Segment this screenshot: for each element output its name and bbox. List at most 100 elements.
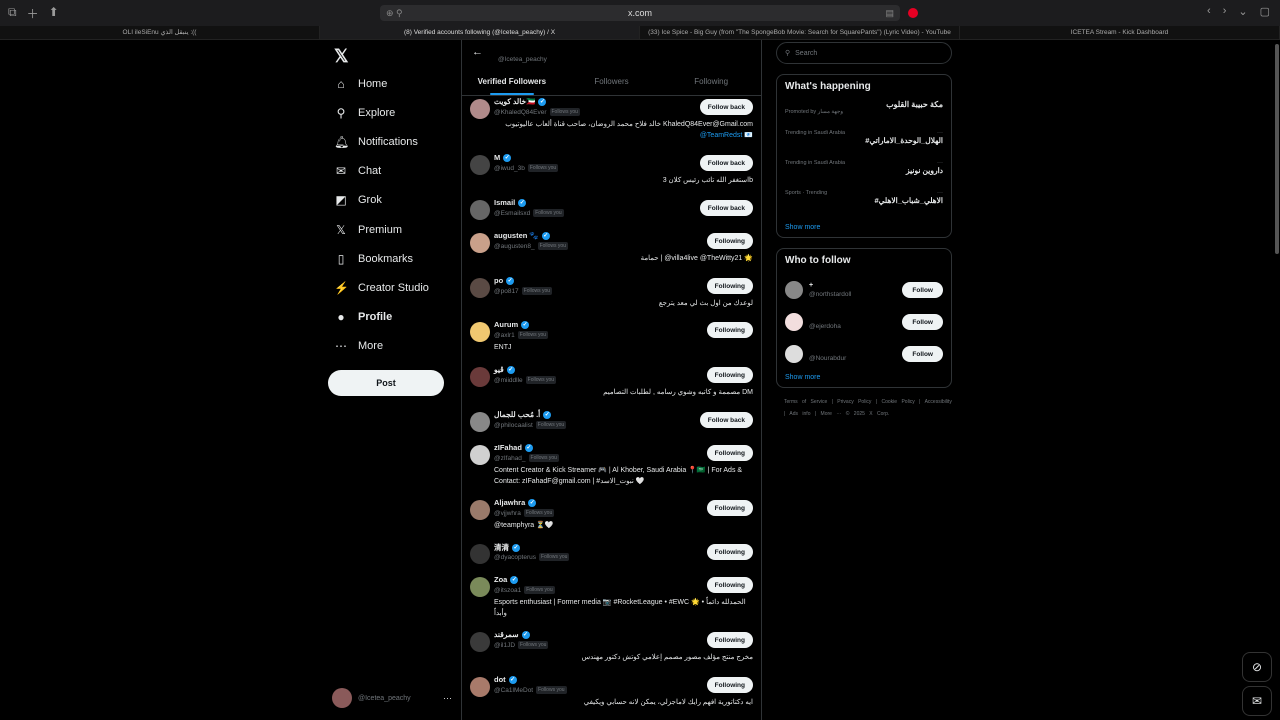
- follow-button[interactable]: Follow: [902, 346, 943, 362]
- avatar[interactable]: [470, 677, 490, 697]
- sidebar-item-chat[interactable]: ✉ Chat: [334, 160, 381, 182]
- user-name[interactable]: 清清 ✓: [494, 542, 520, 553]
- user-name[interactable]: Aurum ✓: [494, 320, 530, 329]
- sidebar-item-creator-studio[interactable]: ⚡ Creator Studio: [334, 277, 429, 299]
- user-name[interactable]: أ. مُحب للجمال ✓: [494, 410, 552, 419]
- download-icon[interactable]: ⌄: [1238, 5, 1247, 18]
- user-name[interactable]: سمرقند ✓: [494, 630, 530, 639]
- follow-back-button[interactable]: Follow back: [699, 99, 753, 115]
- bio-link[interactable]: @TeamRedst 📧: [700, 132, 753, 139]
- new-tab-icon[interactable]: ＋: [27, 5, 39, 22]
- reader-icon[interactable]: ▤: [885, 8, 894, 19]
- tab-4[interactable]: ICETEA Stream - Kick Dashboard: [960, 26, 1280, 39]
- following-button[interactable]: Following: [706, 233, 753, 249]
- following-button[interactable]: Following: [706, 544, 753, 560]
- suggested-user[interactable]: @Nourabdur Follow: [785, 338, 943, 370]
- sidebar-item-bookmarks[interactable]: ▯ Bookmarks: [334, 248, 413, 270]
- more-icon[interactable]: ···: [937, 130, 943, 136]
- show-more-link[interactable]: Show more: [785, 224, 943, 231]
- grok-icon[interactable]: ⊘: [1242, 652, 1272, 682]
- avatar[interactable]: [470, 445, 490, 465]
- user-name[interactable]: augusten 🐾 ✓: [494, 231, 550, 240]
- avatar[interactable]: [470, 155, 490, 175]
- verified-badge-icon: ✓: [508, 675, 517, 684]
- more-icon[interactable]: ···: [937, 160, 943, 166]
- follows-you-badge: Follows you: [525, 376, 557, 384]
- user-name[interactable]: خالد كويت🇰🇼 ✓: [494, 97, 547, 106]
- follows-you-badge: Follows you: [523, 509, 555, 517]
- following-button[interactable]: Following: [706, 367, 753, 383]
- following-button[interactable]: Following: [706, 500, 753, 516]
- tab-2[interactable]: (8) Verified accounts following (@Icetea…: [320, 26, 640, 39]
- avatar[interactable]: [470, 367, 490, 387]
- sidebar-item-grok[interactable]: ◩ Grok: [334, 189, 382, 211]
- avatar[interactable]: [470, 99, 490, 119]
- follow-button[interactable]: Follow: [902, 314, 943, 330]
- sidebar-item-notifications[interactable]: 🔔︎ Notifications: [334, 131, 418, 153]
- footer-links[interactable]: Terms of Service | Privacy Policy | Cook…: [776, 396, 952, 420]
- following-button[interactable]: Following: [706, 278, 753, 294]
- messages-icon[interactable]: ✉: [1242, 686, 1272, 716]
- tab-3[interactable]: (33) Ice Spice - Big Guy (from "The Spon…: [640, 26, 960, 39]
- sidebar-toggle-icon[interactable]: ⧉: [8, 5, 17, 22]
- more-icon[interactable]: ···: [937, 190, 943, 196]
- trend-item[interactable]: Trending in Saudi Arabia ··· داروين نونيز: [785, 160, 943, 190]
- following-button[interactable]: Following: [706, 322, 753, 338]
- avatar[interactable]: [470, 500, 490, 520]
- following-button[interactable]: Following: [706, 445, 753, 461]
- avatar[interactable]: [470, 577, 490, 597]
- tab-1[interactable]: OLI ileSiEnu ينبقل الذي :((: [0, 26, 320, 39]
- user-name[interactable]: ڤيو ✓: [494, 365, 515, 374]
- sidebar-item-more[interactable]: ⋯ More: [334, 335, 383, 357]
- avatar[interactable]: [785, 281, 803, 299]
- tab-verified-followers[interactable]: Verified Followers: [462, 69, 562, 95]
- scrollbar[interactable]: [1274, 40, 1280, 720]
- avatar[interactable]: [785, 313, 803, 331]
- user-name[interactable]: dot ✓: [494, 675, 517, 684]
- tabs-overview-icon[interactable]: ▢: [1260, 5, 1270, 18]
- avatar[interactable]: [470, 544, 490, 564]
- trend-item[interactable]: Sports · Trending ··· #الاهلي_شباب_الاهلي: [785, 190, 943, 220]
- show-more-link[interactable]: Show more: [785, 374, 943, 381]
- user-name[interactable]: M ✓: [494, 153, 512, 162]
- sidebar-item-premium[interactable]: 𝕏 Premium: [334, 219, 402, 241]
- promoted-trend[interactable]: مكة حبيبة القلوب Promoted by وجهة مسار: [785, 100, 943, 130]
- user-name[interactable]: Zoa ✓: [494, 575, 519, 584]
- avatar[interactable]: [470, 233, 490, 253]
- suggested-user[interactable]: @ejerdoha Follow: [785, 306, 943, 338]
- follow-back-button[interactable]: Follow back: [699, 200, 753, 216]
- pinterest-icon[interactable]: [908, 8, 918, 18]
- sidebar-item-home[interactable]: ⌂ Home: [334, 73, 387, 95]
- avatar[interactable]: [785, 345, 803, 363]
- share-icon[interactable]: ⬆: [49, 5, 59, 22]
- user-name[interactable]: po ✓: [494, 276, 515, 285]
- account-switcher[interactable]: @Icetea_peachy ···: [332, 688, 452, 708]
- avatar[interactable]: [470, 322, 490, 342]
- back-arrow-icon[interactable]: ←: [472, 46, 483, 58]
- address-bar[interactable]: ⊕ ⚲ x.com ▤: [380, 5, 900, 21]
- following-button[interactable]: Following: [706, 577, 753, 593]
- follow-back-button[interactable]: Follow back: [699, 412, 753, 428]
- avatar[interactable]: [470, 278, 490, 298]
- suggested-user[interactable]: + @northstardoll Follow: [785, 274, 943, 306]
- user-name[interactable]: Ismail ✓: [494, 198, 527, 207]
- forward-nav-icon[interactable]: ›: [1223, 5, 1227, 18]
- avatar[interactable]: [470, 412, 490, 432]
- following-button[interactable]: Following: [706, 677, 753, 693]
- search-input[interactable]: ⚲ Search: [776, 42, 952, 64]
- user-name[interactable]: Aljawhra ✓: [494, 498, 537, 507]
- follow-button[interactable]: Follow: [902, 282, 943, 298]
- post-button[interactable]: Post: [328, 370, 444, 396]
- avatar[interactable]: [470, 632, 490, 652]
- trend-item[interactable]: Trending in Saudi Arabia ··· #الهلال_الوحد…: [785, 130, 943, 160]
- following-button[interactable]: Following: [706, 632, 753, 648]
- tab-following[interactable]: Following: [661, 69, 761, 95]
- back-nav-icon[interactable]: ‹: [1207, 5, 1211, 18]
- sidebar-item-explore[interactable]: ⚲ Explore: [334, 102, 396, 124]
- follow-back-button[interactable]: Follow back: [699, 155, 753, 171]
- user-name[interactable]: zIFahad ✓: [494, 443, 533, 452]
- tab-followers[interactable]: Followers: [562, 69, 662, 95]
- avatar[interactable]: [470, 200, 490, 220]
- x-logo-icon[interactable]: 𝕏: [334, 46, 349, 67]
- sidebar-item-profile[interactable]: ● Profile: [334, 306, 392, 328]
